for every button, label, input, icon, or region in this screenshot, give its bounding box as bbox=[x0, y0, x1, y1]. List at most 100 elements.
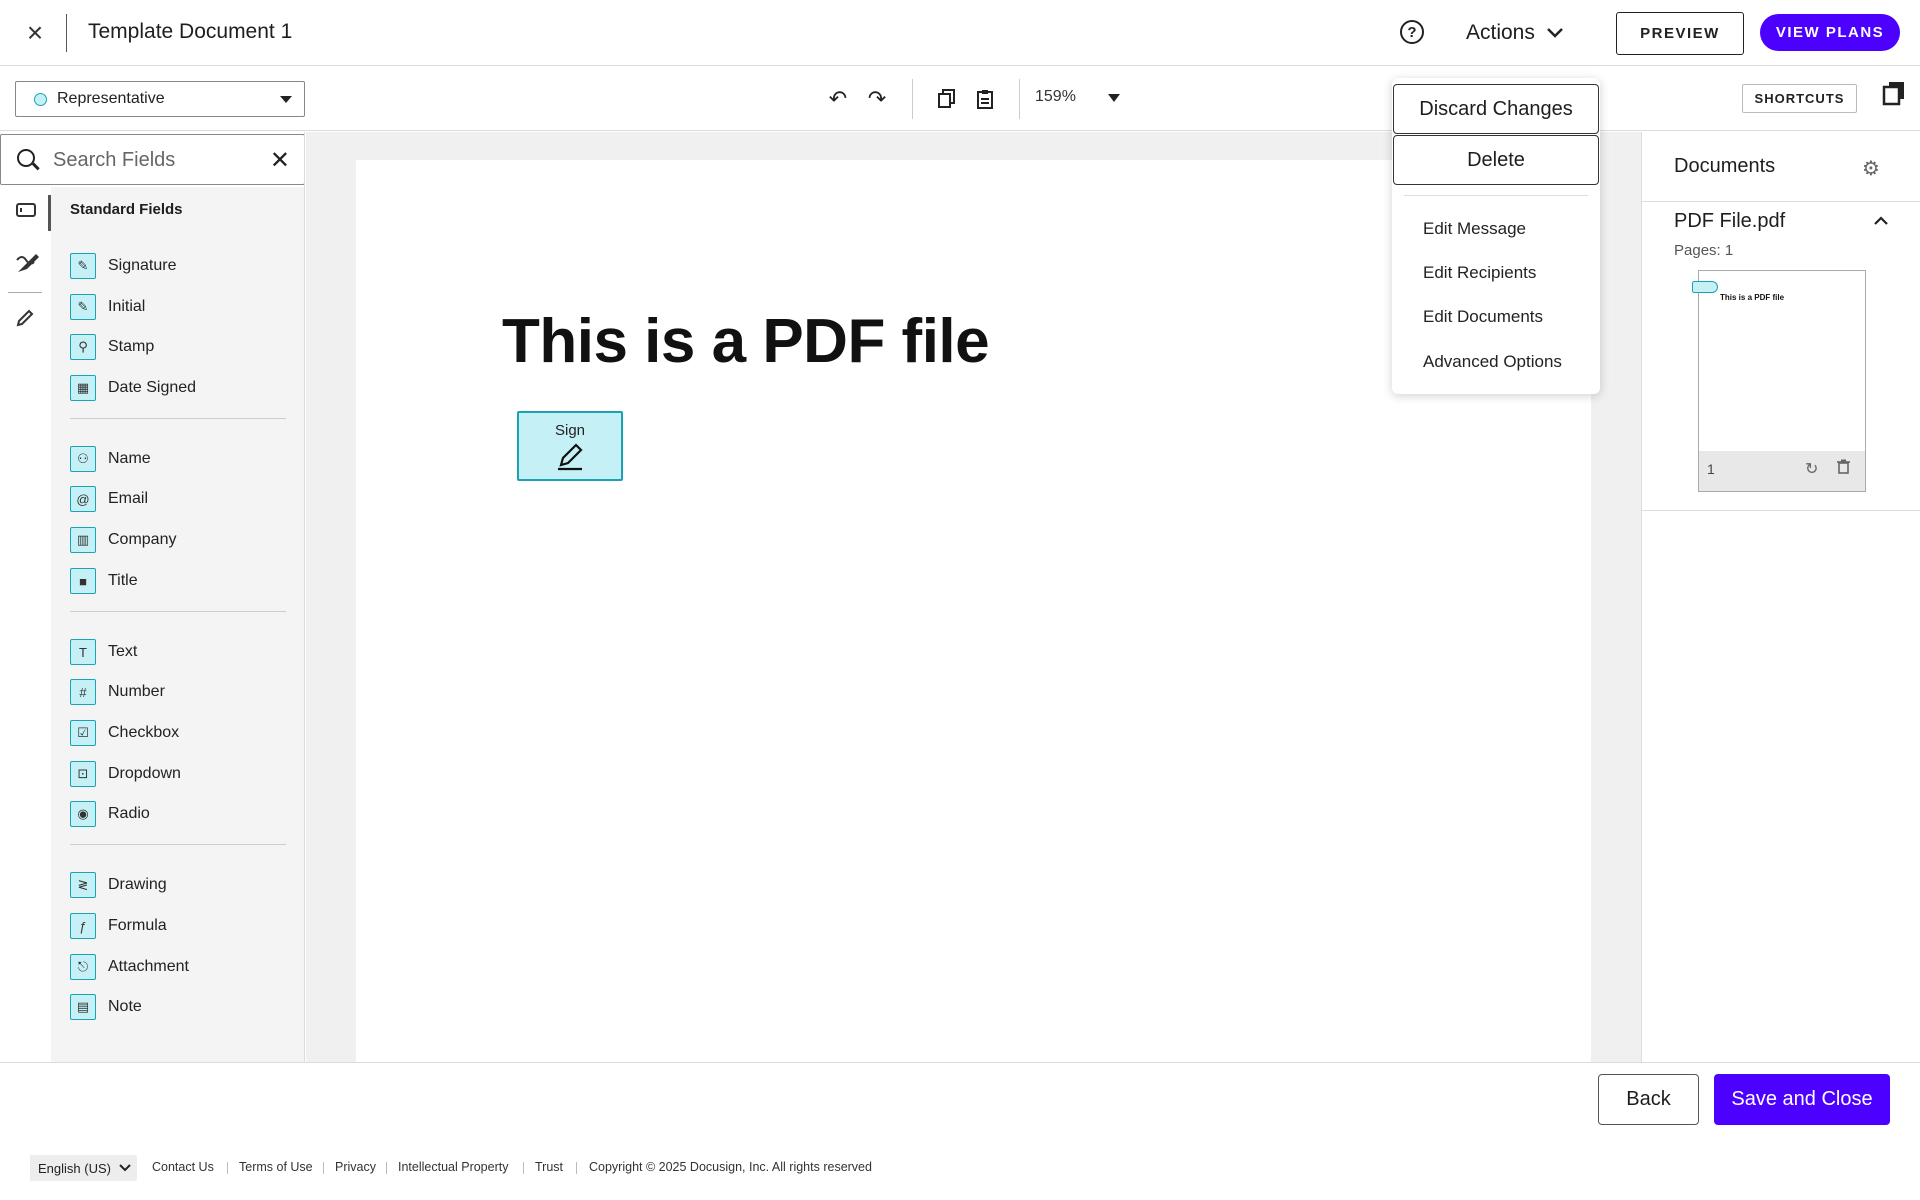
field-group-divider bbox=[70, 418, 286, 419]
field-item-initial[interactable]: ✎ Initial bbox=[70, 294, 145, 320]
field-item-label: Initial bbox=[108, 298, 146, 315]
chevron-up-icon[interactable] bbox=[1874, 212, 1888, 230]
field-group-divider bbox=[70, 844, 286, 845]
search-box[interactable]: ✕ bbox=[0, 134, 304, 185]
close-button[interactable]: × bbox=[18, 16, 52, 50]
sign-field[interactable]: Sign bbox=[517, 411, 623, 481]
page-thumbnail[interactable]: This is a PDF file 1 ↻ bbox=[1692, 270, 1866, 492]
footer-link-terms[interactable]: Terms of Use bbox=[239, 1160, 313, 1174]
field-item-number[interactable]: # Number bbox=[70, 679, 165, 705]
note-icon: ▤ bbox=[70, 994, 96, 1020]
field-item-label: Checkbox bbox=[108, 724, 180, 741]
footer-link-trust[interactable]: Trust bbox=[535, 1160, 563, 1174]
search-input[interactable] bbox=[53, 145, 253, 175]
hash-icon: # bbox=[70, 679, 96, 705]
footer-link-privacy[interactable]: Privacy bbox=[335, 1160, 376, 1174]
field-item-label: Note bbox=[108, 998, 142, 1015]
field-item-attachment[interactable]: ⎋ Attachment bbox=[70, 954, 189, 980]
pencil-icon[interactable] bbox=[16, 309, 38, 331]
footer-divider bbox=[576, 1162, 577, 1174]
menu-item-edit-recipients[interactable]: Edit Recipients bbox=[1423, 263, 1536, 283]
preview-button[interactable]: PREVIEW bbox=[1616, 12, 1744, 55]
gear-icon[interactable]: ⚙ bbox=[1862, 156, 1880, 181]
recipient-select[interactable]: Representative bbox=[15, 81, 305, 117]
field-item-checkbox[interactable]: ☑ Checkbox bbox=[70, 720, 179, 746]
field-item-formula[interactable]: ƒ Formula bbox=[70, 913, 167, 939]
footer-link-ip[interactable]: Intellectual Property bbox=[398, 1160, 508, 1174]
zoom-level[interactable]: 159% bbox=[1035, 88, 1076, 106]
actions-button[interactable]: Actions bbox=[1466, 16, 1563, 50]
menu-item-advanced-options[interactable]: Advanced Options bbox=[1423, 352, 1562, 372]
caret-down-icon bbox=[280, 96, 292, 103]
view-plans-button[interactable]: VIEW PLANS bbox=[1760, 14, 1900, 51]
field-item-label: Attachment bbox=[108, 958, 189, 975]
paste-icon[interactable] bbox=[969, 83, 1001, 115]
redo-icon[interactable]: ↷ bbox=[861, 83, 893, 115]
field-item-signature[interactable]: ✎ Signature bbox=[70, 253, 177, 279]
field-item-text[interactable]: T Text bbox=[70, 639, 137, 665]
rotate-icon[interactable]: ↻ bbox=[1805, 459, 1818, 479]
footer-divider bbox=[227, 1162, 228, 1174]
field-item-date-signed[interactable]: ▦ Date Signed bbox=[70, 375, 196, 401]
copy-icon[interactable] bbox=[931, 83, 963, 115]
stamp-icon: ⚲ bbox=[70, 334, 96, 360]
back-button[interactable]: Back bbox=[1598, 1074, 1699, 1125]
field-item-title[interactable]: ■ Title bbox=[70, 568, 138, 594]
clear-search-icon[interactable]: ✕ bbox=[270, 146, 290, 175]
field-item-note[interactable]: ▤ Note bbox=[70, 994, 142, 1020]
documents-panel-icon[interactable] bbox=[1882, 81, 1906, 109]
field-item-company[interactable]: ▥ Company bbox=[70, 527, 176, 553]
field-item-label: Email bbox=[108, 490, 149, 507]
menu-item-edit-message[interactable]: Edit Message bbox=[1423, 219, 1526, 239]
menu-item-edit-documents[interactable]: Edit Documents bbox=[1423, 307, 1543, 327]
app-header: × Template Document 1 ? Actions PREVIEW … bbox=[0, 0, 1920, 66]
signature-fields-icon[interactable] bbox=[16, 252, 39, 274]
chevron-down-icon bbox=[119, 1164, 131, 1172]
field-group-divider bbox=[70, 611, 286, 612]
dropdown-icon: ⊡ bbox=[70, 761, 96, 787]
field-item-label: Title bbox=[108, 572, 138, 589]
toolbar-divider bbox=[912, 79, 913, 119]
field-item-label: Formula bbox=[108, 917, 167, 934]
undo-icon[interactable]: ↶ bbox=[822, 83, 854, 115]
delete-button[interactable]: Delete bbox=[1393, 135, 1599, 185]
footer-link-contact[interactable]: Contact Us bbox=[152, 1160, 214, 1174]
close-icon: × bbox=[26, 17, 44, 48]
save-and-close-button[interactable]: Save and Close bbox=[1714, 1074, 1890, 1125]
page-footer: English (US) Contact Us Terms of Use Pri… bbox=[0, 1135, 1920, 1200]
standard-fields-icon[interactable] bbox=[16, 201, 38, 223]
trash-icon[interactable] bbox=[1837, 459, 1850, 478]
help-icon[interactable]: ? bbox=[1400, 20, 1424, 44]
actions-label: Actions bbox=[1466, 21, 1535, 44]
field-item-radio[interactable]: ◉ Radio bbox=[70, 801, 150, 827]
field-item-stamp[interactable]: ⚲ Stamp bbox=[70, 334, 154, 360]
field-item-label: Date Signed bbox=[108, 379, 197, 396]
panel-divider bbox=[1642, 201, 1920, 202]
discard-changes-button[interactable]: Discard Changes bbox=[1393, 84, 1599, 134]
footer-divider bbox=[523, 1162, 524, 1174]
field-item-name[interactable]: ⚇ Name bbox=[70, 446, 151, 472]
panel-divider bbox=[1642, 510, 1920, 511]
standard-fields-heading: Standard Fields bbox=[70, 201, 183, 218]
thumbnail-page-number: 1 bbox=[1707, 461, 1715, 477]
language-select[interactable]: English (US) bbox=[30, 1155, 137, 1181]
field-item-drawing[interactable]: ≷ Drawing bbox=[70, 872, 167, 898]
rail-divider bbox=[8, 292, 42, 293]
field-item-label: Radio bbox=[108, 805, 150, 822]
person-icon: ⚇ bbox=[70, 446, 96, 472]
recipient-color-dot bbox=[34, 92, 47, 106]
search-icon bbox=[17, 149, 35, 167]
pen-icon bbox=[558, 443, 583, 471]
shortcuts-button[interactable]: SHORTCUTS bbox=[1742, 84, 1857, 113]
thumbnail-footer: 1 ↻ bbox=[1699, 451, 1865, 491]
field-item-dropdown[interactable]: ⊡ Dropdown bbox=[70, 761, 181, 787]
footer-divider bbox=[323, 1162, 324, 1174]
field-item-label: Stamp bbox=[108, 338, 155, 355]
editor-toolbar: Representative ↶ ↷ 159% SHORTCUTS bbox=[0, 67, 1920, 131]
language-label: English (US) bbox=[38, 1160, 111, 1176]
field-item-label: Dropdown bbox=[108, 765, 181, 782]
zoom-caret-icon[interactable] bbox=[1108, 94, 1120, 102]
file-name[interactable]: PDF File.pdf bbox=[1674, 210, 1785, 233]
field-item-email[interactable]: @ Email bbox=[70, 486, 148, 512]
chevron-down-icon bbox=[1546, 28, 1563, 38]
